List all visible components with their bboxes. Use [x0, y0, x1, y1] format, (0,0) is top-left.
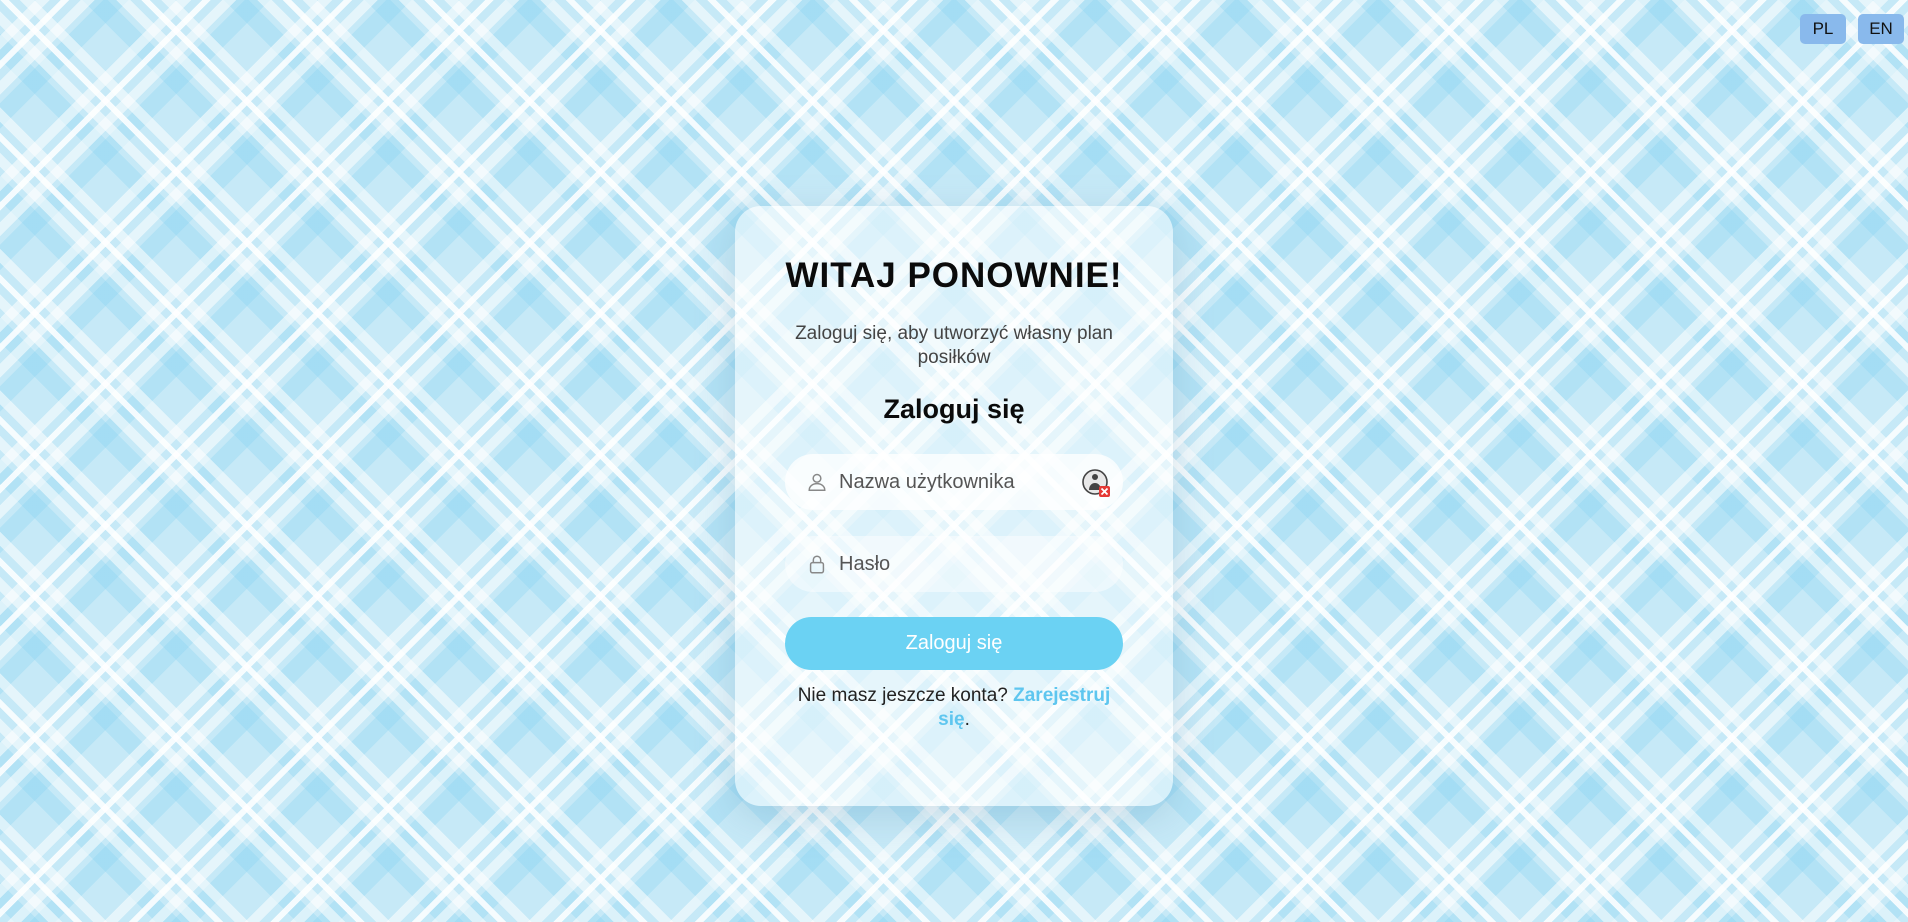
username-input[interactable] [839, 470, 1069, 494]
login-heading: Zaloguj się [883, 394, 1025, 424]
subtitle: Zaloguj się, aby utworzyć własny plan po… [795, 323, 1113, 368]
lock-icon [805, 552, 829, 576]
language-pl-button[interactable]: PL [1800, 14, 1846, 44]
page: PL EN WITAJ PONOWNIE! Zaloguj się, aby u… [0, 0, 1908, 922]
password-manager-icon[interactable] [1081, 468, 1111, 498]
register-suffix: . [964, 709, 970, 730]
username-field [785, 454, 1123, 510]
register-prompt: Nie masz jeszcze konta? Zarejestruj się. [780, 684, 1128, 732]
page-title: WITAJ PONOWNIE! [785, 256, 1123, 295]
register-prompt-text: Nie masz jeszcze konta? [797, 685, 1014, 706]
language-switch: PL EN [1800, 14, 1904, 44]
login-button[interactable]: Zaloguj się [785, 617, 1123, 670]
user-icon [805, 470, 829, 494]
password-input[interactable] [839, 552, 1069, 576]
login-card: WITAJ PONOWNIE! Zaloguj się, aby utworzy… [735, 206, 1173, 806]
language-en-button[interactable]: EN [1858, 14, 1904, 44]
password-field [785, 536, 1123, 592]
